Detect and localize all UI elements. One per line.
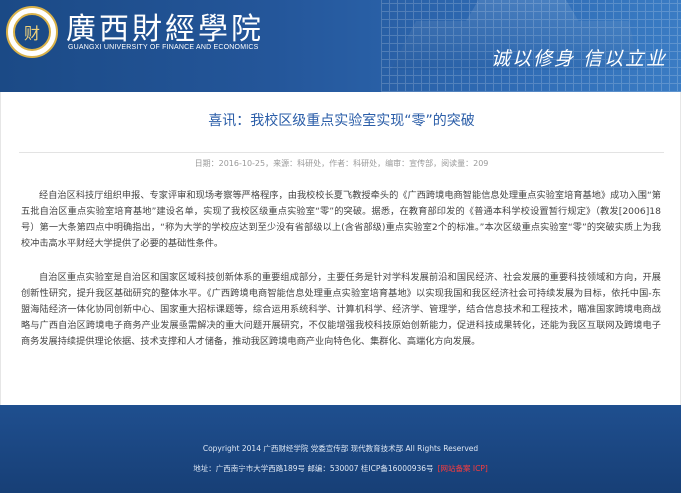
site-header: 财 廣西財經學院 GUANGXI UNIVERSITY OF FINANCE A… [0, 0, 681, 92]
footer-address: 地址：广西南宁市大学西路189号 邮编：530007 桂ICP备16000936… [0, 463, 681, 474]
article-paragraph: 经自治区科技厅组织申报、专家评审和现场考察等严格程序，由我校校长夏飞教授牵头的《… [21, 190, 661, 249]
icp-badge-link[interactable]: [网站备案 ICP] [438, 464, 488, 473]
school-emblem-icon: 财 [13, 13, 51, 51]
site-footer: Copyright 2014 广西财经学院 党委宣传部 现代教育技术部 All … [0, 405, 681, 493]
school-name-cn[interactable]: 廣西財經學院 [66, 4, 264, 48]
footer-copyright: Copyright 2014 广西财经学院 党委宣传部 现代教育技术部 All … [202, 444, 479, 453]
school-motto: 诚以修身 信以立业 [490, 48, 667, 70]
article-meta: 日期：2016-10-25，来源：科研处，作者：科研处，编审：宣传部，阅读量：2… [194, 159, 489, 168]
article-container: 喜讯：我校区级重点实验室实现“零”的突破 日期：2016-10-25，来源：科研… [0, 92, 681, 405]
title-divider [19, 152, 664, 153]
article-paragraph: 自治区重点实验室是自治区和国家区域科技创新体系的重要组成部分，主要任务是针对学科… [21, 272, 661, 347]
article-title: 喜讯：我校区级重点实验室实现“零”的突破 [208, 113, 475, 129]
school-logo[interactable]: 财 [6, 6, 58, 58]
school-name-en: GUANGXI UNIVERSITY OF FINANCE AND ECONOM… [68, 44, 259, 51]
footer-address-text: 地址：广西南宁市大学西路189号 邮编：530007 桂ICP备16000936… [193, 464, 434, 473]
